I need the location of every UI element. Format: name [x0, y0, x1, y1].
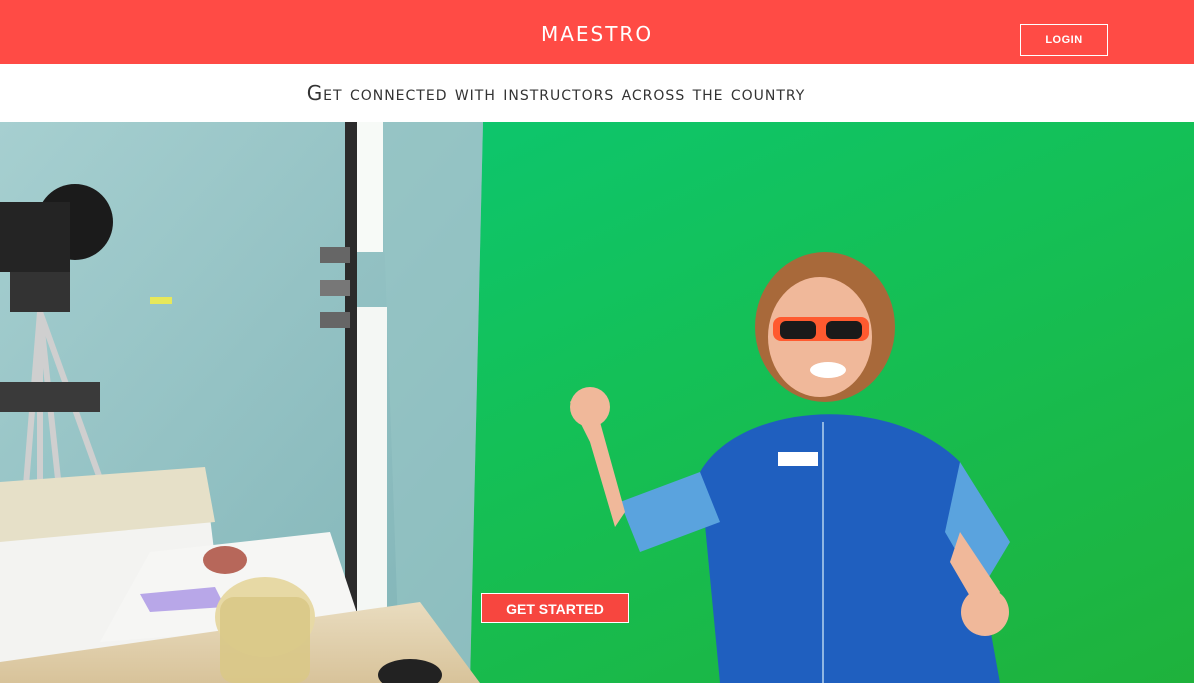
tagline-text: Get connected with instructors across th…	[306, 81, 806, 105]
get-started-button[interactable]: GET STARTED	[481, 593, 629, 623]
top-navbar: maestro LOGIN	[0, 0, 1194, 64]
brand-logo[interactable]: maestro	[0, 14, 1194, 48]
tagline-bar: Get connected with instructors across th…	[0, 64, 1194, 122]
login-button[interactable]: LOGIN	[1020, 24, 1108, 56]
